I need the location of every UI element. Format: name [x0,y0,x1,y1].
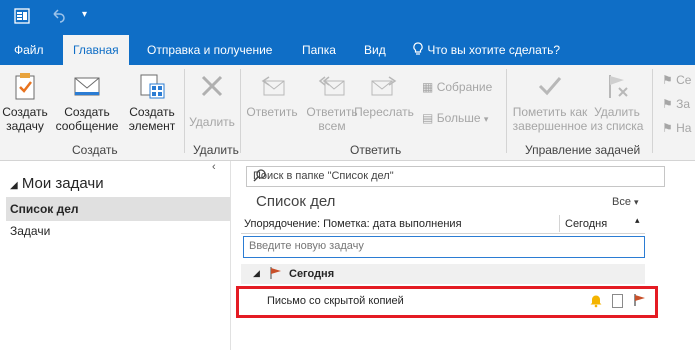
complete-checkbox[interactable] [612,294,623,308]
caret-icon: ◢ [10,180,18,191]
undo-icon[interactable] [50,8,66,27]
checkmark-icon [535,71,565,101]
lightbulb-icon [412,42,427,57]
new-items-icon [137,71,167,101]
create-item-button[interactable]: Создать элемент [122,71,182,133]
tab-view[interactable]: Вид [364,35,386,65]
title-bar: ▾ [0,0,695,35]
reply-button[interactable]: Ответить [244,71,300,119]
group-separator [184,69,185,153]
envelope-icon [72,71,102,101]
reply-icon [257,71,287,101]
sort-by-header[interactable]: Упорядочение: Пометка: дата выполнения [244,218,462,230]
tab-file[interactable]: Файл [14,35,44,65]
ribbon-item-truncated[interactable]: ⚑ На [662,121,691,135]
remove-from-list-button[interactable]: Удалить из списка [588,71,646,133]
delete-button[interactable]: Удалить [188,71,236,129]
tell-me-box[interactable]: Что вы хотите сделать? [412,35,560,65]
group-label-respond: Ответить [350,143,402,157]
group-separator [652,69,653,153]
search-icon[interactable] [253,168,660,185]
forward-icon [369,71,399,101]
nav-item-todo-list[interactable]: Список дел [6,197,230,221]
mark-complete-button[interactable]: Пометить как завершенное [510,71,590,133]
column-divider [559,215,560,232]
column-header: Упорядочение: Пометка: дата выполнения С… [241,215,645,234]
customize-toolbar-icon[interactable]: ▾ [82,9,87,20]
chevron-down-icon: ▾ [634,197,639,207]
more-icon: ▤ [422,111,434,125]
forward-button[interactable]: Переслать [354,71,414,119]
flag-icon[interactable] [633,293,647,310]
flag-icon: ⚑ [662,73,673,87]
group-separator [506,69,507,153]
flag-icon: ⚑ [662,97,673,111]
flag-icon: ⚑ [662,121,673,135]
app-menu-icon[interactable] [14,8,30,27]
group-label-manage: Управление задачей [525,143,641,157]
reply-all-button[interactable]: Ответить всем [304,71,360,133]
task-clipboard-icon [10,71,40,101]
group-separator [240,69,241,153]
meeting-icon: ▦ [422,80,434,94]
meeting-button[interactable]: ▦ Собрание [422,80,492,94]
filter-dropdown[interactable]: Все ▾ [612,196,639,208]
chevron-up-icon[interactable]: ▴ [635,215,640,226]
nav-item-tasks[interactable]: Задачи [6,219,230,243]
group-header-today[interactable]: ◢ Сегодня [241,264,645,284]
ribbon-tabs: Файл Главная Отправка и получение Папка … [0,35,695,65]
group-label: Сегодня [289,268,335,280]
task-row[interactable]: Письмо со скрытой копией [236,286,658,318]
group-label-create: Создать [72,143,118,157]
ribbon-item-truncated[interactable]: ⚑ За [662,97,690,111]
create-task-button[interactable]: Создать задачу [2,71,48,133]
tell-me-text: Что вы хотите сделать? [427,43,560,57]
ribbon-item-truncated[interactable]: ⚑ Се [662,73,691,87]
reply-all-icon [317,71,347,101]
more-button[interactable]: ▤ Больше ▾ [422,111,488,125]
navigation-pane: ‹ ◢ Мои задачи Список дел Задачи [0,161,231,350]
delete-x-icon [197,71,227,101]
flag-remove-icon [602,71,632,101]
collapse-triangle-icon[interactable]: ◢ [253,268,260,279]
tab-folder[interactable]: Папка [302,35,336,65]
task-title: Письмо со скрытой копией [267,295,404,307]
create-message-button[interactable]: Создать сообщение [54,71,120,133]
search-box[interactable]: Поиск в папке "Список дел" [246,166,665,187]
new-task-input[interactable]: Введите новую задачу [243,236,645,258]
collapse-pane-icon[interactable]: ‹ [212,161,216,173]
nav-header[interactable]: ◢ Мои задачи [10,175,104,192]
chevron-down-icon: ▾ [483,114,489,124]
due-column-header[interactable]: Сегодня [565,218,607,230]
tab-home[interactable]: Главная [63,35,129,65]
list-title: Список дел [256,193,336,210]
ribbon: Создать задачу Создать сообщение Создать… [0,65,695,161]
group-label-delete: Удалить [193,143,239,157]
tab-send-receive[interactable]: Отправка и получение [147,35,272,65]
flag-icon [269,266,283,283]
reminder-bell-icon [589,294,603,311]
